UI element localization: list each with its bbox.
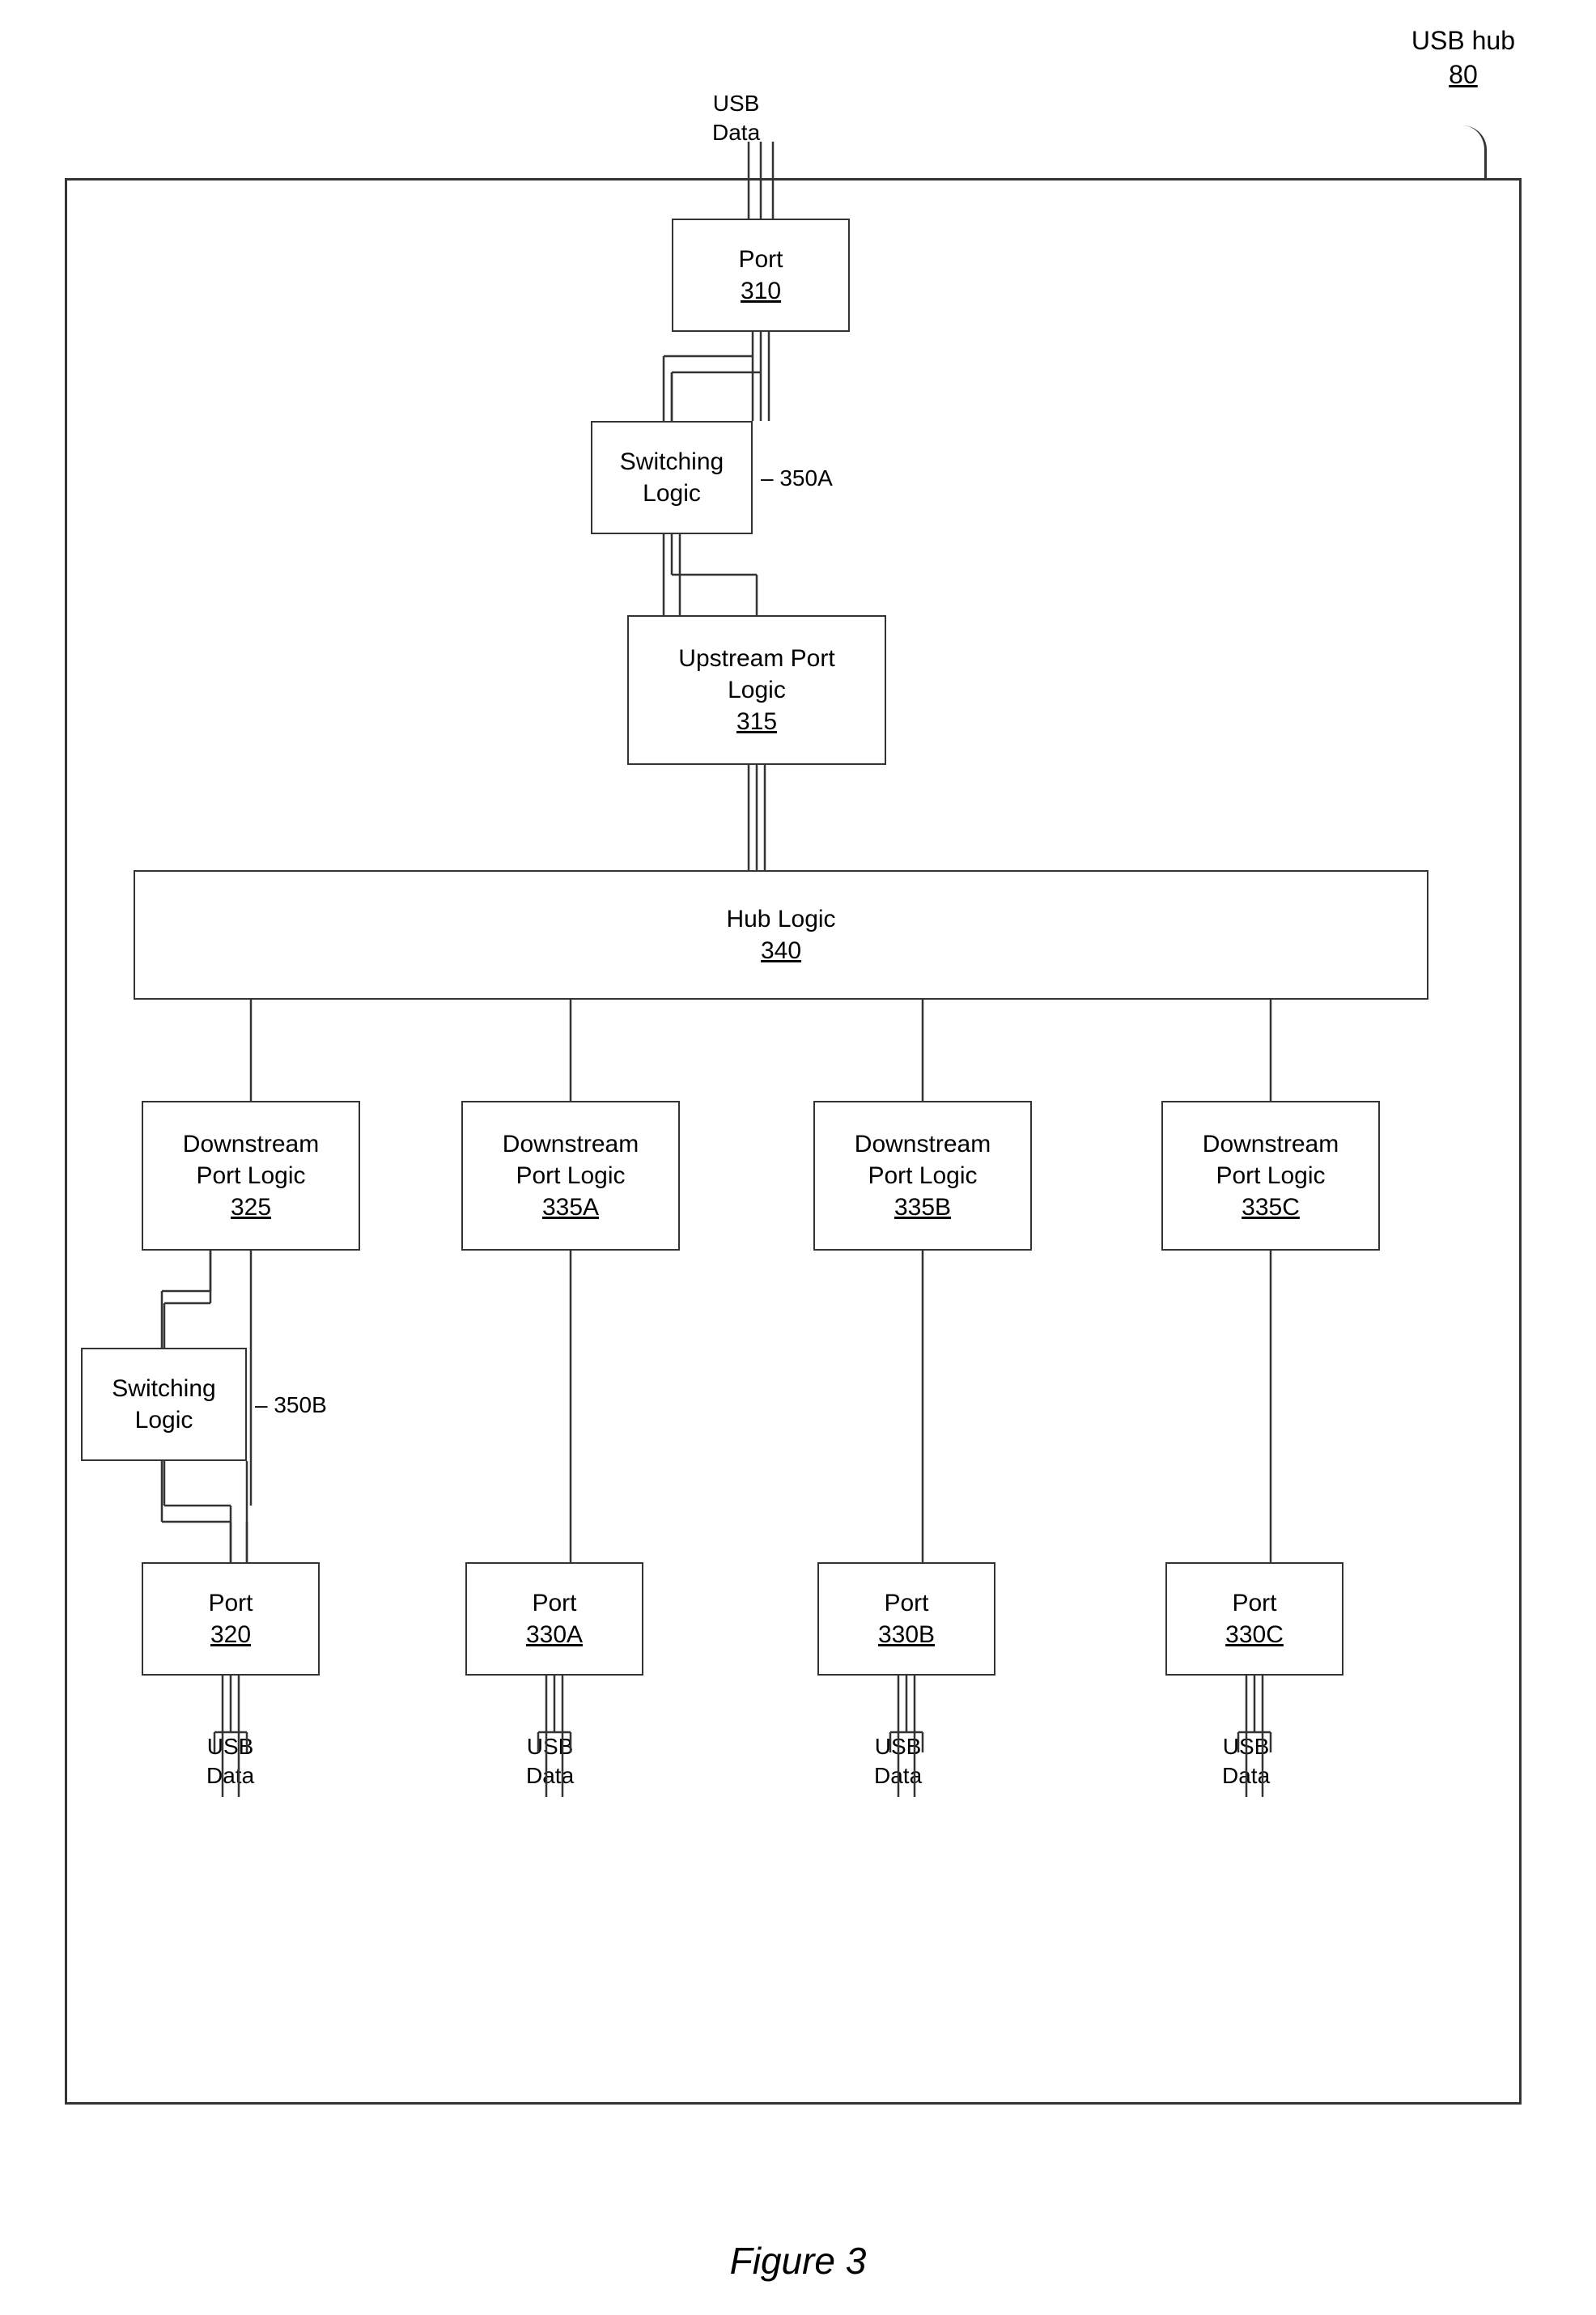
usb-data-top-label: USBData <box>712 89 760 148</box>
usb-data-330B-label: USBData <box>874 1732 922 1791</box>
upstream-315-number: 315 <box>736 706 777 737</box>
switching-350A-ref: – 350A <box>761 465 833 491</box>
downstream-325-number: 325 <box>231 1191 271 1223</box>
port-330C-number: 330C <box>1225 1619 1284 1650</box>
hub-corner-line <box>1438 125 1487 182</box>
port-330B-label: Port <box>884 1587 928 1619</box>
upstream-315-box: Upstream PortLogic 315 <box>627 615 886 765</box>
hub-340-label: Hub Logic <box>726 903 835 935</box>
hub-340-number: 340 <box>761 935 801 966</box>
switching-350B-ref: – 350B <box>255 1392 327 1418</box>
downstream-325-box: DownstreamPort Logic 325 <box>142 1101 360 1251</box>
figure-caption: Figure 3 <box>0 2239 1596 2283</box>
port-310-label: Port <box>738 244 783 275</box>
downstream-335C-label: DownstreamPort Logic <box>1203 1128 1339 1191</box>
switching-350A-box: SwitchingLogic <box>591 421 753 534</box>
port-330B-number: 330B <box>878 1619 935 1650</box>
port-330A-number: 330A <box>526 1619 583 1650</box>
usb-hub-label: USB hub80 <box>1411 24 1515 91</box>
port-330A-label: Port <box>532 1587 576 1619</box>
downstream-325-label: DownstreamPort Logic <box>183 1128 319 1191</box>
usb-data-330A-label: USBData <box>526 1732 574 1791</box>
downstream-335A-label: DownstreamPort Logic <box>503 1128 639 1191</box>
switching-350B-label: SwitchingLogic <box>112 1373 215 1436</box>
downstream-335B-box: DownstreamPort Logic 335B <box>813 1101 1032 1251</box>
page: USB hub80 USBData Port 310 SwitchingLogi… <box>0 0 1596 2315</box>
port-320-number: 320 <box>210 1619 251 1650</box>
port-310-box: Port 310 <box>672 219 850 332</box>
downstream-335A-number: 335A <box>542 1191 599 1223</box>
downstream-335C-number: 335C <box>1242 1191 1300 1223</box>
port-330C-box: Port 330C <box>1165 1562 1343 1676</box>
switching-350A-label: SwitchingLogic <box>620 446 724 509</box>
port-320-box: Port 320 <box>142 1562 320 1676</box>
port-330C-label: Port <box>1232 1587 1276 1619</box>
usb-data-330C-label: USBData <box>1222 1732 1270 1791</box>
downstream-335A-box: DownstreamPort Logic 335A <box>461 1101 680 1251</box>
port-320-label: Port <box>208 1587 253 1619</box>
usb-hub-text: USB hub80 <box>1411 26 1515 89</box>
figure-caption-text: Figure 3 <box>730 2240 867 2282</box>
upstream-315-label: Upstream PortLogic <box>678 643 834 706</box>
port-330B-box: Port 330B <box>817 1562 995 1676</box>
downstream-335B-label: DownstreamPort Logic <box>855 1128 991 1191</box>
port-310-number: 310 <box>741 275 781 307</box>
hub-340-box: Hub Logic 340 <box>134 870 1428 1000</box>
downstream-335B-number: 335B <box>894 1191 951 1223</box>
switching-350B-box: SwitchingLogic <box>81 1348 247 1461</box>
downstream-335C-box: DownstreamPort Logic 335C <box>1161 1101 1380 1251</box>
port-330A-box: Port 330A <box>465 1562 643 1676</box>
usb-data-320-label: USBData <box>206 1732 254 1791</box>
